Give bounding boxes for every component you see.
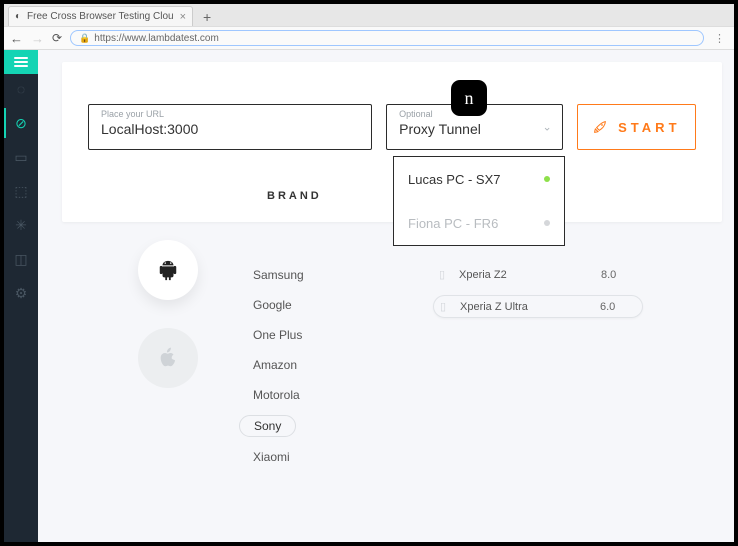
main-content: Place your URL LocalHost:3000 Optional P…: [38, 50, 734, 542]
start-label: START: [618, 120, 680, 135]
menu-icon[interactable]: ⋮: [712, 32, 728, 45]
brand-list: Samsung Google One Plus Amazon Motorola …: [253, 265, 304, 467]
rocket-icon: [592, 119, 608, 135]
url-value: LocalHost:3000: [101, 121, 359, 137]
config-panel: Place your URL LocalHost:3000 Optional P…: [62, 62, 722, 222]
url-label: Place your URL: [101, 109, 359, 119]
device-item-selected[interactable]: ▯ Xperia Z Ultra 6.0: [433, 295, 643, 318]
sidebar-item-realtime[interactable]: ⊘: [4, 108, 38, 138]
os-chip-android[interactable]: [138, 240, 198, 300]
proxy-dropdown: Lucas PC - SX7 Fiona PC - FR6: [393, 156, 565, 246]
chevron-down-icon: ⌄: [542, 121, 551, 134]
device-os-version: 6.0: [600, 301, 630, 313]
browser-tabstrip: ◐ Free Cross Browser Testing Clou × +: [4, 4, 734, 26]
hamburger-button[interactable]: [4, 50, 38, 74]
back-icon[interactable]: ←: [10, 31, 23, 46]
os-chip-apple[interactable]: [138, 328, 198, 388]
brand-item-selected[interactable]: Sony: [239, 415, 296, 437]
address-url: https://www.lambdatest.com: [94, 33, 219, 44]
brand-item[interactable]: Xiaomi: [253, 447, 304, 467]
sidebar-item-integrations[interactable]: ◫: [4, 244, 38, 274]
address-bar[interactable]: 🔒 https://www.lambdatest.com: [70, 30, 704, 46]
brand-item[interactable]: Amazon: [253, 355, 304, 375]
proxy-option-fiona[interactable]: Fiona PC - FR6: [394, 201, 564, 245]
reload-icon[interactable]: ⟳: [52, 31, 62, 45]
proxy-option-label: Fiona PC - FR6: [408, 216, 498, 231]
device-os-version: 8.0: [601, 269, 631, 281]
hamburger-icon: [14, 57, 28, 67]
lock-icon: 🔒: [79, 33, 90, 44]
new-tab-button[interactable]: +: [197, 8, 217, 26]
sidebar: ◌ ⊘ ▭ ⬚ ✳ ◫ ⚙: [4, 50, 38, 542]
phone-icon: ▯: [440, 300, 450, 313]
proxy-value: Proxy Tunnel: [399, 121, 552, 137]
device-name: Xperia Z Ultra: [460, 301, 590, 313]
browser-tab[interactable]: ◐ Free Cross Browser Testing Clou ×: [8, 6, 193, 26]
sidebar-item-dashboard[interactable]: ◌: [4, 74, 38, 104]
apple-icon: [157, 345, 179, 371]
device-name: Xperia Z2: [459, 269, 591, 281]
proxy-option-label: Lucas PC - SX7: [408, 172, 501, 187]
sidebar-item-settings[interactable]: ⚙: [4, 278, 38, 308]
brand-item[interactable]: Samsung: [253, 265, 304, 285]
brand-item[interactable]: Google: [253, 295, 304, 315]
url-input[interactable]: Place your URL LocalHost:3000: [88, 104, 372, 150]
n-badge: n: [451, 80, 487, 116]
status-dot-offline-icon: [544, 220, 550, 226]
device-item[interactable]: ▯ Xperia Z2 8.0: [433, 264, 643, 285]
close-icon[interactable]: ×: [180, 11, 186, 23]
brand-item[interactable]: Motorola: [253, 385, 304, 405]
brand-item[interactable]: One Plus: [253, 325, 304, 345]
tab-favicon: ◐: [15, 11, 21, 22]
device-list: ▯ Xperia Z2 8.0 ▯ Xperia Z Ultra 6.0: [433, 264, 643, 318]
sidebar-item-screenshot[interactable]: ▭: [4, 142, 38, 172]
tab-title: Free Cross Browser Testing Clou: [27, 11, 174, 22]
sidebar-item-responsive[interactable]: ⬚: [4, 176, 38, 206]
phone-icon: ▯: [439, 268, 449, 281]
status-dot-online-icon: [544, 176, 550, 182]
proxy-option-lucas[interactable]: Lucas PC - SX7: [394, 157, 564, 201]
android-icon: [157, 257, 179, 283]
sidebar-item-bug[interactable]: ✳: [4, 210, 38, 240]
start-button[interactable]: START: [577, 104, 696, 150]
browser-toolbar: ← → ⟳ 🔒 https://www.lambdatest.com ⋮: [4, 26, 734, 50]
forward-icon: →: [31, 31, 44, 46]
brand-header: BRAND: [267, 190, 322, 202]
